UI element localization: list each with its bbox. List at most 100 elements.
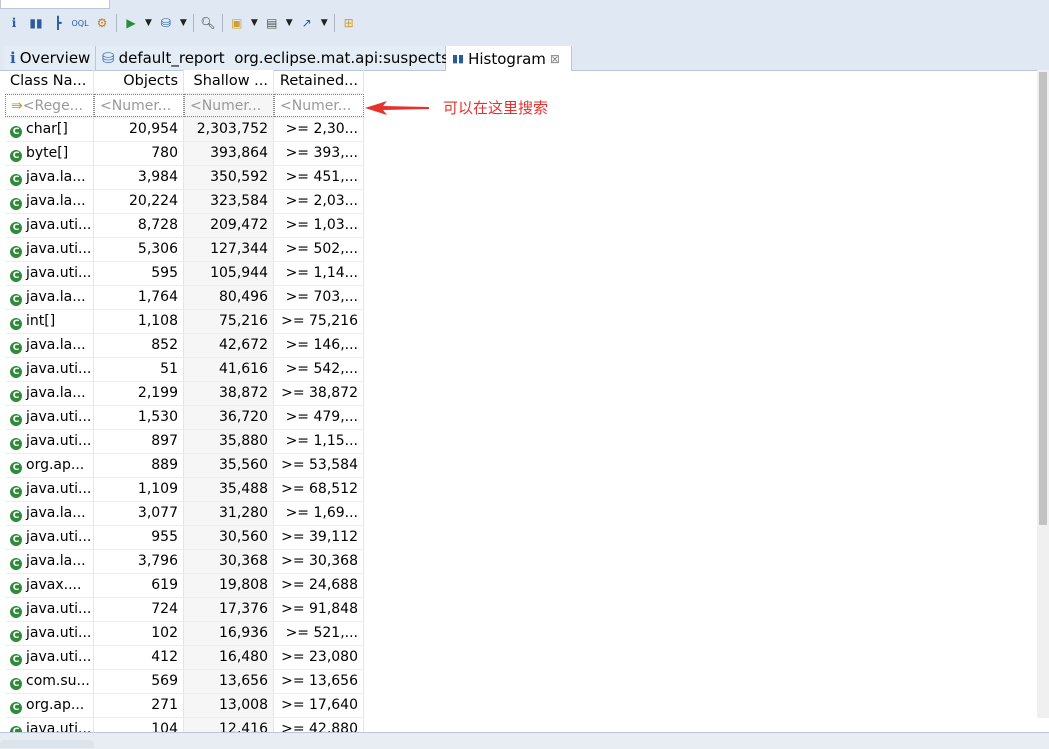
cell-text: java.uti... [26,265,92,281]
query-browser-icon[interactable]: ⛁ [158,15,174,31]
search-icon[interactable]: 🔍︎ [200,15,216,31]
cell-text: >= 703,... [285,289,358,305]
shallow-heap-filter-input[interactable]: <Numer... [184,94,274,117]
editor-tab[interactable] [0,0,110,9]
class-name-filter-input[interactable]: ⇛<Rege... [5,94,94,117]
table-row[interactable]: Cbyte[] 780 393,864 >= 393,... [5,142,364,166]
tab-default-report[interactable]: ⛁ default_report org.eclipse.mat.api:sus… [96,46,449,70]
table-row[interactable]: Cjava.uti... 8,728 209,472 >= 1,03... [5,214,364,238]
objects-cell: 51 [94,358,184,381]
cell-text: 889 [151,457,178,473]
class-icon: C [10,174,22,186]
chevron-down-icon[interactable]: ▼ [286,18,293,28]
filter-icon: ⇛ [11,98,23,114]
info-icon[interactable]: i [6,15,22,31]
vertical-scrollbar[interactable] [1037,70,1049,718]
table-row[interactable]: Cint[] 1,108 75,216 >= 75,216 [5,310,364,334]
shallow-heap-cell: 17,376 [184,598,274,621]
cell-text: 569 [151,673,178,689]
class-icon: C [10,486,22,498]
shallow-heap-cell: 16,936 [184,622,274,645]
class-icon: C [10,462,22,474]
retained-heap-cell: >= 479,... [274,406,364,429]
retained-heap-filter-input[interactable]: <Numer... [274,94,364,117]
tab-overview[interactable]: i Overview [4,46,96,70]
class-name-cell: Cjava.uti... [5,358,94,381]
table-row[interactable]: Cjava.la... 2,199 38,872 >= 38,872 [5,382,364,406]
histogram-icon[interactable]: ▮▮ [28,15,44,31]
column-header-objects[interactable]: Objects [94,70,184,93]
retained-heap-cell: >= 521,... [274,622,364,645]
tab-histogram[interactable]: ▮▮ Histogram ⊠ [446,46,572,71]
tab-bar: i Overview ⛁ default_report org.eclipse.… [0,44,1049,71]
retained-heap-cell: >= 1,14... [274,262,364,285]
dominator-tree-icon[interactable]: ┣ [50,15,66,31]
column-header-retained-heap[interactable]: Retained... [274,70,364,93]
chevron-down-icon[interactable]: ▼ [180,18,187,28]
cell-text: 1,530 [137,409,178,425]
cell-text: 30,560 [219,529,268,545]
table-row[interactable]: Cjava.uti... 5,306 127,344 >= 502,... [5,238,364,262]
table-row[interactable]: Cjava.uti... 724 17,376 >= 91,848 [5,598,364,622]
table-row[interactable]: Cchar[] 20,954 2,303,752 >= 2,30... [5,118,364,142]
chevron-down-icon[interactable]: ▼ [145,18,152,28]
table-row[interactable]: Cjava.uti... 955 30,560 >= 39,112 [5,526,364,550]
bottom-tab[interactable] [0,740,94,748]
table-row[interactable]: Cjava.uti... 1,109 35,488 >= 68,512 [5,478,364,502]
cell-text: >= 2,03... [285,193,358,209]
cell-text: 209,472 [210,217,268,233]
tab-label: Overview [19,49,91,67]
calculate-icon[interactable]: ▤ [264,15,280,31]
export-icon[interactable]: ↗ [299,15,315,31]
table-row[interactable]: Cjava.la... 3,984 350,592 >= 451,... [5,166,364,190]
cell-text: byte[] [26,145,69,161]
table-row[interactable]: Corg.ap... 271 13,008 >= 17,640 [5,694,364,718]
table-row[interactable]: Cjava.uti... 412 16,480 >= 23,080 [5,646,364,670]
cell-text: 30,368 [219,553,268,569]
chevron-down-icon[interactable]: ▼ [251,18,258,28]
objects-cell: 569 [94,670,184,693]
cell-text: >= 479,... [285,409,358,425]
pin-icon[interactable]: ⊞ [341,15,357,31]
column-header-class-name[interactable]: Class Na... [5,70,94,93]
run-report-icon[interactable]: ▶ [123,15,139,31]
table-row[interactable]: Cjava.la... 3,077 31,280 >= 1,69... [5,502,364,526]
cell-text: 3,077 [137,505,178,521]
objects-filter-input[interactable]: <Numer... [94,94,184,117]
class-icon: C [10,558,22,570]
shallow-heap-cell: 30,368 [184,550,274,573]
close-icon[interactable]: ⊠ [550,52,560,66]
shallow-heap-cell: 19,808 [184,574,274,597]
class-name-cell: Cjava.uti... [5,646,94,669]
table-row[interactable]: Cjava.uti... 51 41,616 >= 542,... [5,358,364,382]
class-name-cell: Cjavax.... [5,574,94,597]
cell-text: java.uti... [26,361,92,377]
cell-text: 42,672 [219,337,268,353]
table-row[interactable]: Cjava.la... 20,224 323,584 >= 2,03... [5,190,364,214]
table-row[interactable]: Cjava.uti... 897 35,880 >= 1,15... [5,430,364,454]
heap-dump-overview-icon[interactable]: ⚙ [94,15,110,31]
cell-text: org.ap... [26,697,85,713]
cell-text: 393,864 [210,145,268,161]
table-row[interactable]: Cjava.uti... 102 16,936 >= 521,... [5,622,364,646]
group-icon[interactable]: ▣ [229,15,245,31]
column-header-shallow-heap[interactable]: Shallow ... [184,70,274,93]
table-row[interactable]: Ccom.su... 569 13,656 >= 13,656 [5,670,364,694]
objects-cell: 102 [94,622,184,645]
oql-icon[interactable]: OQL [71,15,88,31]
class-name-cell: Cjava.la... [5,190,94,213]
class-icon: C [10,390,22,402]
shallow-heap-cell: 2,303,752 [184,118,274,141]
table-row[interactable]: Cjava.la... 1,764 80,496 >= 703,... [5,286,364,310]
table-row[interactable]: Cjava.uti... 595 105,944 >= 1,14... [5,262,364,286]
table-row[interactable]: Cjava.la... 852 42,672 >= 146,... [5,334,364,358]
retained-heap-cell: >= 75,216 [274,310,364,333]
table-row[interactable]: Cjava.la... 3,796 30,368 >= 30,368 [5,550,364,574]
table-row[interactable]: Corg.ap... 889 35,560 >= 53,584 [5,454,364,478]
table-row[interactable]: Cjavax.... 619 19,808 >= 24,688 [5,574,364,598]
chevron-down-icon[interactable]: ▼ [321,18,328,28]
retained-heap-cell: >= 53,584 [274,454,364,477]
scrollbar-thumb[interactable] [1039,72,1047,525]
table-row[interactable]: Cjava.uti... 1,530 36,720 >= 479,... [5,406,364,430]
objects-cell: 3,984 [94,166,184,189]
